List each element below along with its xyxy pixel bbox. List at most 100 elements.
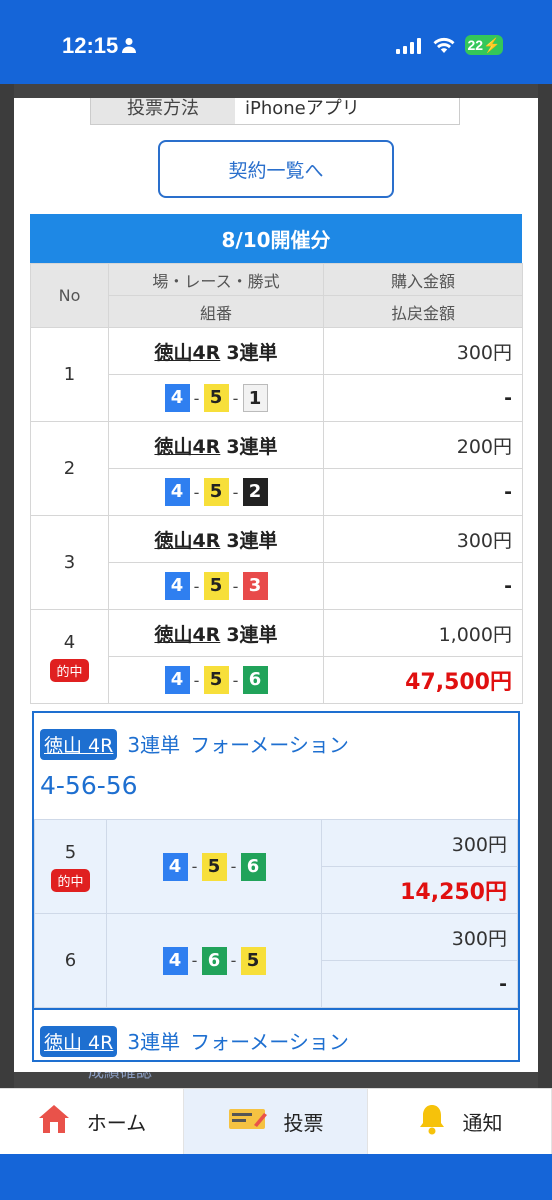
formation-block: 徳山 4R 3連単 フォーメーション 4-56-56 5 的中 4-5-6 300円 …: [32, 711, 520, 1010]
race-link[interactable]: 徳山 4R: [40, 729, 118, 760]
combo-sep: -: [230, 951, 237, 970]
boat-badge: 4: [164, 384, 190, 412]
nav-vote[interactable]: 投票: [184, 1089, 368, 1154]
header-race-type: 場・レース・勝式: [108, 263, 324, 296]
purchase-amount: 300円: [321, 819, 518, 867]
right-strip: [538, 84, 552, 1090]
formation-header: 徳山 4R 3連単 フォーメーション: [34, 1010, 518, 1060]
combo-cell: 4-5-6: [108, 656, 324, 704]
purchase-amount: 300円: [323, 515, 523, 563]
combo-sep: -: [232, 576, 239, 596]
boat-badge: 1: [242, 384, 268, 412]
nav-home[interactable]: ホーム: [0, 1089, 184, 1154]
formation-method: フォーメーション: [190, 1030, 349, 1054]
row-no: 6: [34, 913, 107, 1008]
race-link[interactable]: 徳山4R: [154, 342, 220, 364]
combo-sep: -: [193, 482, 200, 502]
contract-list-button[interactable]: 契約一覧へ: [158, 140, 394, 198]
combo-sep: -: [193, 670, 200, 690]
formation-block: 徳山 4R 3連単 フォーメーション: [32, 1008, 520, 1062]
left-strip: [0, 84, 14, 1090]
boat-badge: 5: [240, 946, 266, 975]
boat-badge: 6: [201, 946, 227, 975]
nav-notify-label: 通知: [462, 1111, 503, 1135]
contract-detail-modal: 投票方法 iPhoneアプリ 契約一覧へ 8/10開催分 No 場・レース・勝式…: [14, 98, 538, 1072]
combo-sep: -: [193, 388, 200, 408]
boat-badge: 3: [242, 572, 268, 600]
boat-badge: 5: [203, 572, 229, 600]
combo-sep: -: [232, 670, 239, 690]
boat-badge: 2: [242, 478, 268, 506]
race-link[interactable]: 徳山4R: [154, 530, 220, 552]
combo-cell: 4-5-6: [106, 819, 322, 914]
boat-badge: 4: [162, 852, 188, 881]
combo-sep: -: [232, 482, 239, 502]
bell-icon: [417, 1103, 447, 1140]
boat-badge: 4: [164, 666, 190, 694]
boat-badge: 5: [203, 384, 229, 412]
combo-cell: 4-6-5: [106, 913, 322, 1008]
combo-sep: -: [191, 951, 198, 970]
payout-amount: -: [323, 562, 523, 610]
nav-home-label: ホーム: [86, 1111, 147, 1135]
payout-amount: -: [323, 374, 523, 422]
hit-badge: 的中: [51, 868, 90, 892]
person-icon: [122, 33, 137, 59]
row-no: 5 的中: [34, 819, 107, 914]
ticket-icon: [228, 1105, 268, 1138]
method-label: 投票方法: [91, 98, 235, 124]
boat-badge: 5: [203, 478, 229, 506]
purchase-amount: 200円: [323, 421, 523, 469]
combo-cell: 4-5-1: [108, 374, 324, 422]
race-link[interactable]: 徳山4R: [154, 624, 220, 646]
method-row: 投票方法 iPhoneアプリ: [90, 98, 460, 125]
purchase-amount: 300円: [323, 327, 523, 375]
race-cell: 徳山4R 3連単: [108, 609, 324, 657]
boat-badge: 6: [242, 666, 268, 694]
home-indicator-area: [0, 1154, 552, 1200]
bet-type: 3連単: [226, 529, 278, 552]
boat-badge: 4: [164, 478, 190, 506]
bet-type: 3連単: [226, 623, 278, 646]
wifi-icon: [432, 36, 456, 58]
hit-badge: 的中: [50, 658, 89, 682]
purchase-amount: 1,000円: [323, 609, 523, 657]
bet-type: 3連単: [127, 1030, 181, 1054]
race-link[interactable]: 徳山4R: [154, 436, 220, 458]
combo-cell: 4-5-3: [108, 562, 324, 610]
formation-table: 5 的中 4-5-6 300円 14,250円 6 4-6-5 300円 -: [34, 819, 518, 1008]
header-no: No: [30, 263, 109, 328]
boat-badge: 4: [162, 946, 188, 975]
header-purchase: 購入金額: [323, 263, 523, 296]
row-no: 4 的中: [30, 609, 109, 704]
formation-method: フォーメーション: [190, 733, 349, 757]
boat-badge: 5: [201, 852, 227, 881]
bet-table: No 場・レース・勝式 購入金額 組番 払戻金額 1 徳山4R 3連単 300円 …: [30, 263, 523, 704]
formation-header: 徳山 4R 3連単 フォーメーション: [34, 713, 518, 763]
boat-badge: 6: [240, 852, 266, 881]
battery-icon: 22⚡: [465, 35, 503, 55]
header-combo: 組番: [108, 295, 324, 328]
header-payout: 払戻金額: [323, 295, 523, 328]
nav-notify[interactable]: 通知: [368, 1089, 552, 1154]
bet-type: 3連単: [226, 435, 278, 458]
payout-amount: -: [321, 960, 518, 1008]
bet-type: 3連単: [127, 733, 181, 757]
boat-badge: 4: [164, 572, 190, 600]
signal-icon: [396, 38, 422, 58]
boat-badge: 5: [203, 666, 229, 694]
race-cell: 徳山4R 3連単: [108, 327, 324, 375]
combo-sep: -: [193, 576, 200, 596]
method-value: iPhoneアプリ: [245, 98, 360, 119]
bet-type: 3連単: [226, 341, 278, 364]
combo-sep: -: [230, 857, 237, 876]
race-link[interactable]: 徳山 4R: [40, 1026, 118, 1057]
combo-cell: 4-5-2: [108, 468, 324, 516]
house-icon: [37, 1103, 71, 1140]
row-no: 2: [30, 421, 109, 516]
session-header: 8/10開催分: [30, 214, 522, 263]
combo-sep: -: [191, 857, 198, 876]
row-no: 1: [30, 327, 109, 422]
nav-vote-label: 投票: [283, 1111, 324, 1135]
bottom-nav: ホーム 投票 通知: [0, 1088, 552, 1154]
